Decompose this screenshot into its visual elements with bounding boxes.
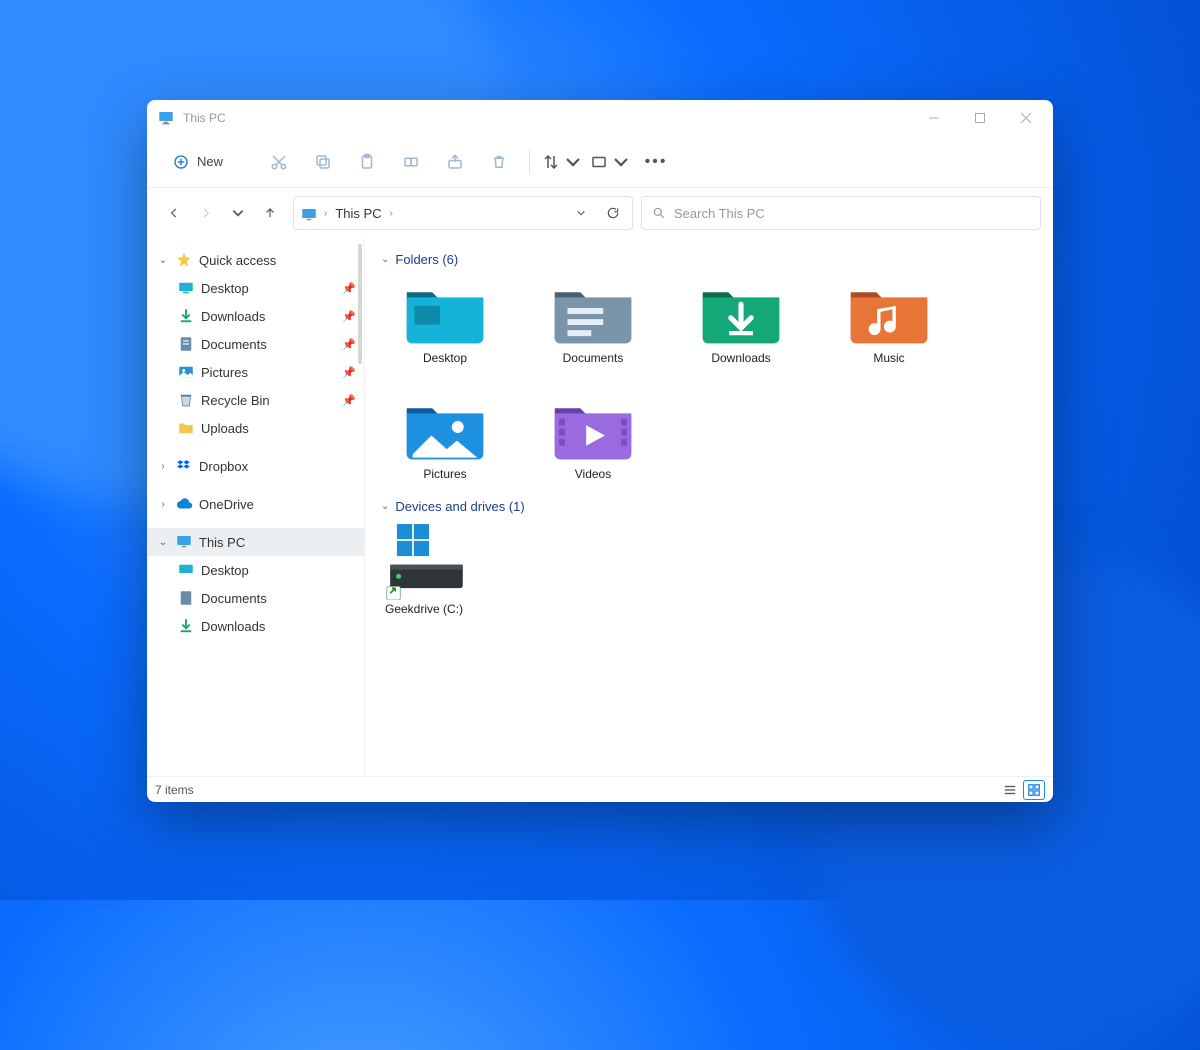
close-button[interactable] xyxy=(1003,100,1049,136)
music-folder-icon xyxy=(845,277,933,345)
recycle-bin-icon xyxy=(177,391,195,409)
download-icon xyxy=(177,307,195,325)
drive-c[interactable]: Geekdrive (C:) xyxy=(381,524,511,616)
new-button[interactable]: New xyxy=(159,145,237,179)
sidebar-item-onedrive[interactable]: › OneDrive xyxy=(147,490,364,518)
up-button[interactable] xyxy=(255,198,285,228)
address-dropdown[interactable] xyxy=(568,208,594,218)
recent-dropdown[interactable] xyxy=(223,198,253,228)
pin-icon: 📌 xyxy=(342,282,356,295)
desktop-icon xyxy=(177,561,195,579)
share-button[interactable] xyxy=(435,142,475,182)
folder-music[interactable]: Music xyxy=(829,277,949,365)
sidebar-item-recycle-bin[interactable]: Recycle Bin 📌 xyxy=(147,386,364,414)
status-bar: 7 items xyxy=(147,776,1053,802)
delete-button[interactable] xyxy=(479,142,519,182)
search-icon xyxy=(652,206,666,220)
sidebar-item-quick-access[interactable]: ⌄ Quick access xyxy=(147,246,364,274)
this-pc-icon xyxy=(175,533,193,551)
sidebar-item-desktop[interactable]: Desktop 📌 xyxy=(147,274,364,302)
chevron-down-icon: ⌄ xyxy=(381,254,389,265)
folder-desktop[interactable]: Desktop xyxy=(385,277,505,365)
star-icon xyxy=(175,251,193,269)
chevron-down-icon[interactable]: ⌄ xyxy=(157,255,169,266)
more-button[interactable]: ••• xyxy=(636,153,676,171)
icons-view-button[interactable] xyxy=(1023,780,1045,800)
maximize-button[interactable] xyxy=(957,100,1003,136)
chevron-right-icon: › xyxy=(324,208,327,219)
sidebar: ⌄ Quick access Desktop 📌 Downloads 📌 xyxy=(147,238,365,776)
sidebar-item-uploads[interactable]: Uploads xyxy=(147,414,364,442)
file-explorer-window: This PC New xyxy=(147,100,1053,802)
sidebar-item-tpc-documents[interactable]: Documents xyxy=(147,584,364,612)
copy-button[interactable] xyxy=(303,142,343,182)
new-button-label: New xyxy=(197,154,223,169)
dropbox-icon xyxy=(175,457,193,475)
rename-button[interactable] xyxy=(391,142,431,182)
titlebar: This PC xyxy=(147,100,1053,136)
scrollbar[interactable] xyxy=(358,244,362,364)
folder-documents[interactable]: Documents xyxy=(533,277,653,365)
toolbar-separator xyxy=(529,150,530,174)
sidebar-item-tpc-downloads[interactable]: Downloads xyxy=(147,612,364,640)
downloads-folder-icon xyxy=(697,277,785,345)
sort-button[interactable] xyxy=(540,142,584,182)
download-icon xyxy=(177,617,195,635)
details-view-button[interactable] xyxy=(999,780,1021,800)
this-pc-icon xyxy=(300,206,318,220)
sidebar-item-this-pc[interactable]: ⌄ This PC xyxy=(147,528,364,556)
sidebar-item-downloads[interactable]: Downloads 📌 xyxy=(147,302,364,330)
pictures-icon xyxy=(177,363,195,381)
desktop-icon xyxy=(177,279,195,297)
pin-icon: 📌 xyxy=(342,338,356,351)
folder-icon xyxy=(177,419,195,437)
folder-downloads[interactable]: Downloads xyxy=(681,277,801,365)
documents-folder-icon xyxy=(549,277,637,345)
section-folders-header[interactable]: ⌄ Folders (6) xyxy=(381,252,1037,267)
paste-button[interactable] xyxy=(347,142,387,182)
section-drives-header[interactable]: ⌄ Devices and drives (1) xyxy=(381,499,1037,514)
desktop-folder-icon xyxy=(401,277,489,345)
breadcrumb-item[interactable]: This PC xyxy=(333,204,383,223)
folder-pictures[interactable]: Pictures xyxy=(385,393,505,481)
minimize-button[interactable] xyxy=(911,100,957,136)
view-button[interactable] xyxy=(588,142,632,182)
document-icon xyxy=(177,335,195,353)
chevron-right-icon[interactable]: › xyxy=(157,499,169,510)
pin-icon: 📌 xyxy=(342,366,356,379)
back-button[interactable] xyxy=(159,198,189,228)
search-input[interactable] xyxy=(674,206,1030,221)
window-title: This PC xyxy=(183,111,226,125)
item-count: 7 items xyxy=(155,783,194,797)
sidebar-item-pictures[interactable]: Pictures 📌 xyxy=(147,358,364,386)
toolbar: New ••• xyxy=(147,136,1053,188)
pictures-folder-icon xyxy=(401,393,489,461)
videos-folder-icon xyxy=(549,393,637,461)
search-box[interactable] xyxy=(641,196,1041,230)
cloud-icon xyxy=(175,495,193,513)
sidebar-item-tpc-desktop[interactable]: Desktop xyxy=(147,556,364,584)
document-icon xyxy=(177,589,195,607)
forward-button[interactable] xyxy=(191,198,221,228)
cut-button[interactable] xyxy=(259,142,299,182)
pin-icon: 📌 xyxy=(342,310,356,323)
this-pc-icon xyxy=(157,109,175,127)
plus-circle-icon xyxy=(173,154,189,170)
chevron-down-icon: ⌄ xyxy=(381,501,389,512)
pin-icon: 📌 xyxy=(342,394,356,407)
address-bar: › This PC › xyxy=(147,188,1053,238)
chevron-down-icon[interactable]: ⌄ xyxy=(157,537,169,548)
chevron-right-icon[interactable]: › xyxy=(157,461,169,472)
breadcrumb[interactable]: › This PC › xyxy=(293,196,633,230)
content-area: ⌄ Folders (6) Desktop xyxy=(365,238,1053,776)
folder-videos[interactable]: Videos xyxy=(533,393,653,481)
drive-icon xyxy=(385,524,473,600)
sidebar-item-documents[interactable]: Documents 📌 xyxy=(147,330,364,358)
sidebar-item-dropbox[interactable]: › Dropbox xyxy=(147,452,364,480)
refresh-button[interactable] xyxy=(600,206,626,220)
chevron-right-icon[interactable]: › xyxy=(390,208,393,219)
